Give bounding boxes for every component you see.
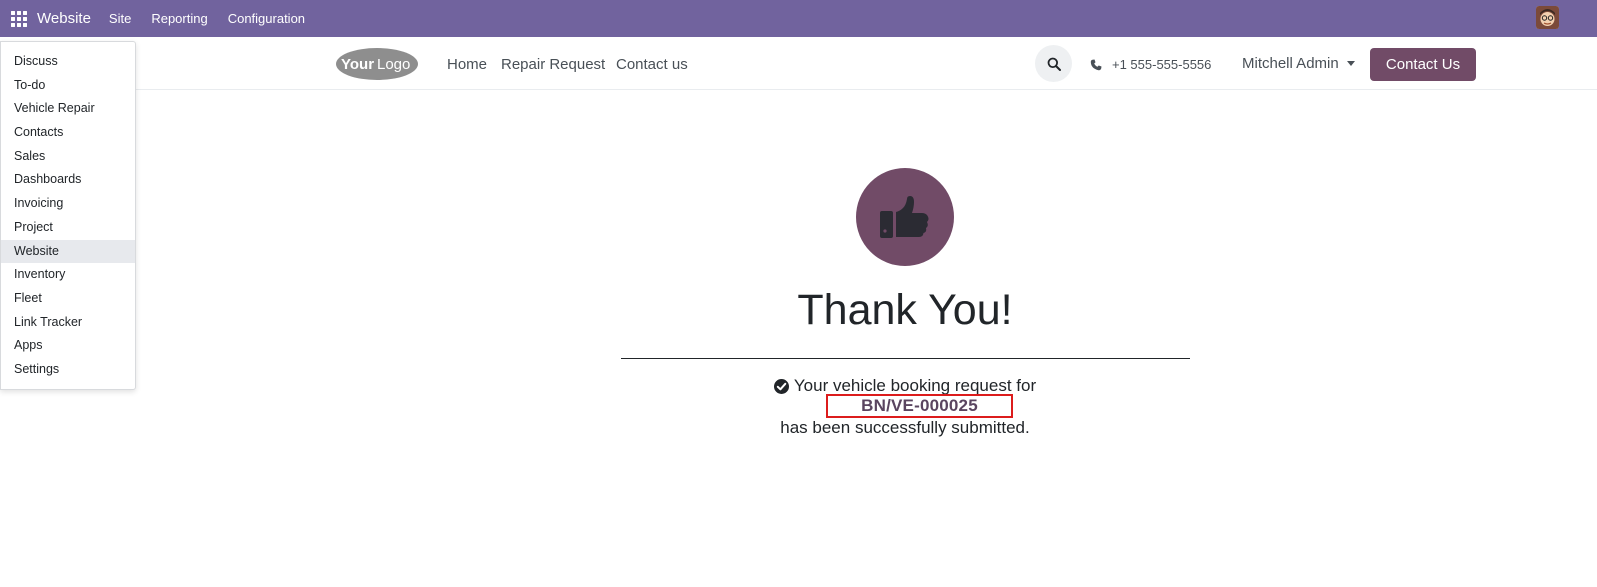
menu-site[interactable]: Site (109, 11, 131, 26)
apps-grid-icon[interactable] (11, 10, 27, 27)
app-item-apps[interactable]: Apps (1, 334, 135, 358)
top-navbar: Website Site Reporting Configuration (0, 0, 1597, 37)
website-header: Your Logo Home Repair Request Contact us… (0, 37, 1597, 90)
app-item-discuss[interactable]: Discuss (1, 50, 135, 74)
search-icon (1047, 57, 1061, 71)
app-item-project[interactable]: Project (1, 216, 135, 240)
check-circle-icon (773, 378, 789, 394)
caret-down-icon (1346, 61, 1355, 66)
menu-reporting[interactable]: Reporting (151, 11, 207, 26)
thumbs-up-badge (856, 168, 954, 266)
app-brand[interactable]: Website (37, 10, 91, 27)
thumbs-up-icon (880, 196, 929, 238)
booking-reference: BN/VE-000025 (861, 396, 978, 415)
nav-repair-request[interactable]: Repair Request (501, 56, 605, 73)
page-title: Thank You! (797, 286, 1013, 334)
menu-configuration[interactable]: Configuration (228, 11, 305, 26)
app-item-todo[interactable]: To-do (1, 74, 135, 98)
svg-text:Logo: Logo (377, 56, 410, 73)
booking-reference-box: BN/VE-000025 (826, 394, 1013, 418)
app-item-sales[interactable]: Sales (1, 145, 135, 169)
user-dropdown[interactable]: Mitchell Admin (1242, 55, 1355, 72)
user-name: Mitchell Admin (1242, 55, 1339, 72)
apps-dropdown-menu: Discuss To-do Vehicle Repair Contacts Sa… (0, 41, 136, 390)
confirmation-line: Your vehicle booking request for (620, 376, 1190, 396)
app-item-website[interactable]: Website (1, 239, 135, 264)
phone-number: +1 555-555-5556 (1112, 57, 1212, 72)
app-item-fleet[interactable]: Fleet (1, 287, 135, 311)
site-logo[interactable]: Your Logo (335, 46, 419, 81)
app-item-settings[interactable]: Settings (1, 358, 135, 382)
app-item-invoicing[interactable]: Invoicing (1, 192, 135, 216)
phone-link[interactable]: +1 555-555-5556 (1090, 57, 1211, 72)
submitted-text: has been successfully submitted. (780, 418, 1030, 437)
app-item-contacts[interactable]: Contacts (1, 121, 135, 145)
nav-home[interactable]: Home (447, 56, 487, 73)
user-avatar[interactable] (1536, 6, 1559, 29)
search-button[interactable] (1035, 45, 1072, 82)
app-item-dashboards[interactable]: Dashboards (1, 168, 135, 192)
phone-icon (1090, 59, 1102, 70)
app-item-link-tracker[interactable]: Link Tracker (1, 311, 135, 335)
confirmation-text: Your vehicle booking request for (793, 376, 1037, 395)
divider (621, 358, 1190, 359)
app-item-vehicle-repair[interactable]: Vehicle Repair (1, 97, 135, 121)
svg-text:Your: Your (341, 56, 374, 73)
nav-contact-us[interactable]: Contact us (616, 56, 688, 73)
app-item-inventory[interactable]: Inventory (1, 263, 135, 287)
contact-us-button[interactable]: Contact Us (1370, 48, 1476, 81)
